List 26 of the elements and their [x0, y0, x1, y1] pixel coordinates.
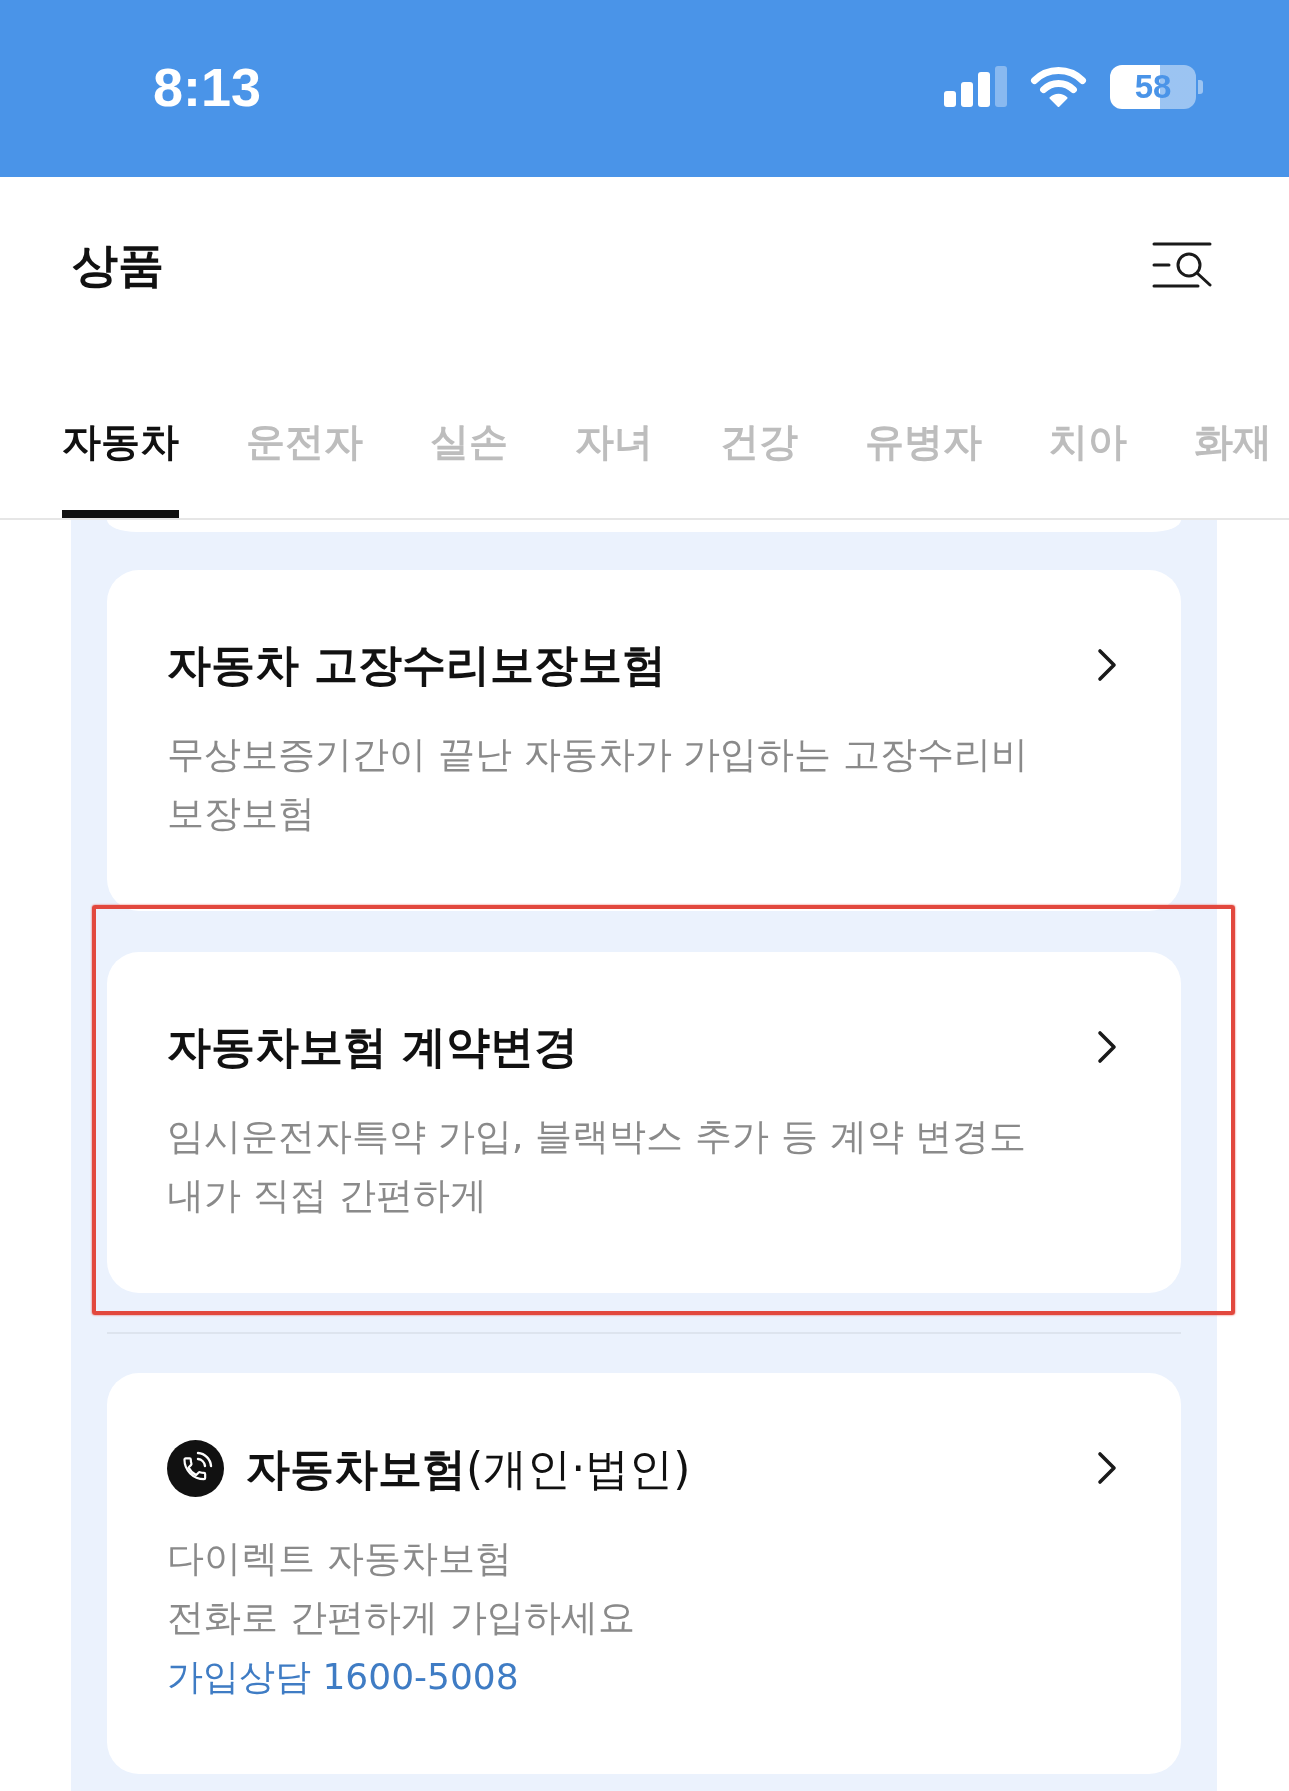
product-card[interactable]: 자동차보험(개인·법인) 다이렉트 자동차보험 전화로 간편하게 가입하세요 가입상담 1600-5008 [107, 1373, 1181, 1774]
product-card[interactable]: 자동차 고장수리보장보험 무상보증기간이 끝난 자동차가 가입하는 고장수리비 보장보험 [107, 570, 1181, 911]
page-title: 상품 [72, 237, 164, 293]
category-tab[interactable]: 실손 [430, 419, 508, 518]
category-tab[interactable]: 치아 [1049, 419, 1127, 518]
status-time: 8:13 [153, 56, 262, 117]
chevron-right-icon [1097, 1451, 1117, 1485]
category-tab[interactable]: 운전자 [246, 419, 363, 518]
phone-link[interactable]: 가입상담 1600-5008 [167, 1647, 519, 1706]
product-card[interactable]: 자동차보험 계약변경 임시운전자특약 가입, 블랙박스 추가 등 계약 변경도 내가 직접 간편하게 [107, 952, 1181, 1293]
list-search-icon[interactable] [1152, 242, 1212, 288]
category-tab[interactable]: 자녀 [575, 419, 653, 518]
card-title: 자동차보험 계약변경 [167, 1020, 579, 1074]
wifi-icon [1030, 66, 1087, 107]
card-title: 자동차 고장수리보장보험 [167, 638, 667, 692]
signal-icon [944, 66, 1007, 107]
card-title: 자동차보험(개인·법인) [246, 1441, 691, 1496]
chevron-right-icon [1097, 648, 1117, 682]
category-tab[interactable]: 유병자 [865, 419, 982, 518]
card-description: 임시운전자특약 가입, 블랙박스 추가 등 계약 변경도 내가 직접 간편하게 [167, 1114, 1028, 1219]
category-tab[interactable]: 화재 [1194, 419, 1272, 518]
phone-icon [167, 1440, 224, 1497]
card-description: 무상보증기간이 끝난 자동차가 가입하는 고장수리비 보장보험 [167, 732, 1030, 837]
card-description: 다이렉트 자동차보험 전화로 간편하게 가입하세요 [167, 1536, 636, 1641]
chevron-right-icon [1097, 1030, 1117, 1064]
category-tab[interactable]: 건강 [720, 419, 798, 518]
